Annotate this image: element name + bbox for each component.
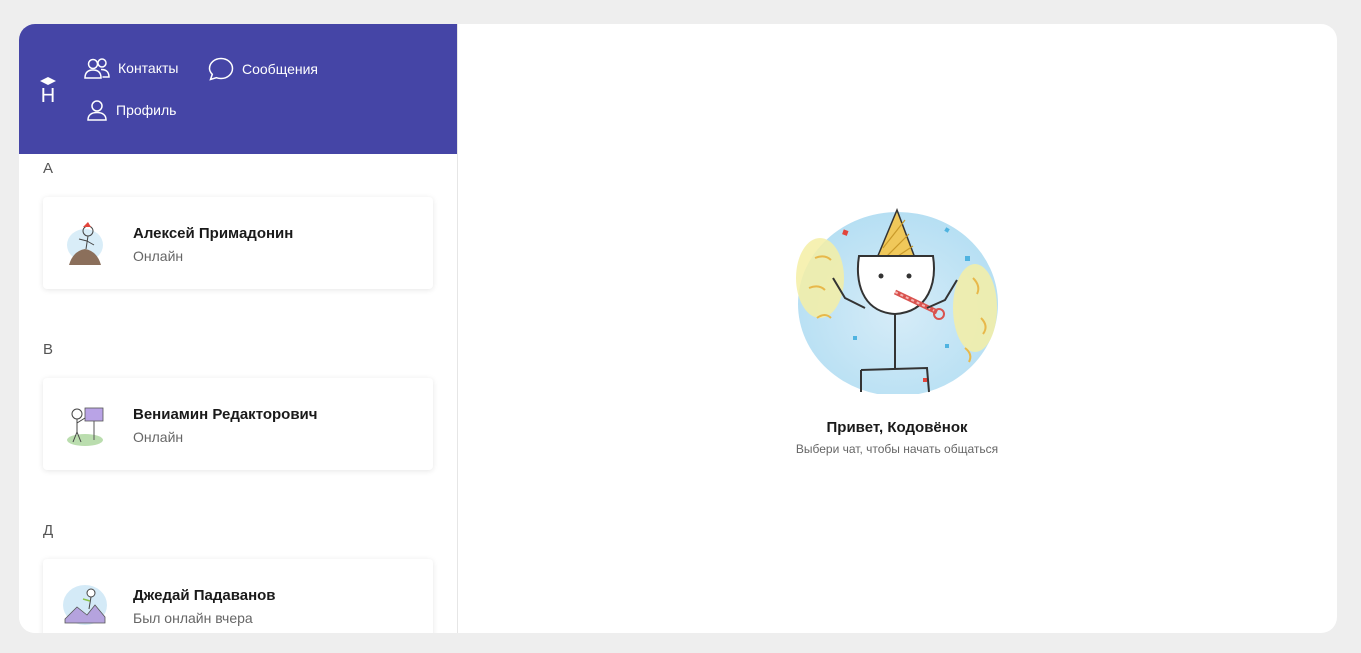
greeting-title: Привет, Кодовёнок	[826, 419, 968, 436]
avatar	[61, 581, 109, 629]
user-icon	[87, 100, 107, 121]
contact-status: Онлайн	[133, 248, 184, 264]
chat-placeholder: Привет, Кодовёнок Выбери чат, чтобы нача…	[457, 24, 1337, 633]
nav-contacts[interactable]: Контакты	[84, 57, 178, 79]
avatar	[61, 219, 109, 267]
contacts-icon	[84, 58, 110, 79]
nav-profile[interactable]: Профиль	[86, 99, 176, 121]
contact-card[interactable]: Джедай Падаванов Был онлайн вчера	[43, 559, 433, 633]
svg-text:Н: Н	[41, 85, 55, 104]
party-illustration	[795, 207, 1001, 396]
logo-icon[interactable]: Н	[38, 76, 58, 107]
group-letter: А	[43, 160, 54, 177]
greeting-subtitle: Выбери чат, чтобы начать общаться	[795, 442, 999, 456]
contact-name: Алексей Примадонин	[133, 225, 294, 242]
nav-messages-label: Сообщения	[242, 61, 318, 77]
contact-status: Был онлайн вчера	[133, 610, 253, 626]
nav-messages[interactable]: Сообщения	[208, 57, 318, 81]
sidebar: Н Контакты Сообщения Профиль А Алексей П…	[19, 24, 458, 633]
avatar	[61, 400, 109, 448]
nav-contacts-label: Контакты	[118, 60, 179, 76]
chat-bubble-icon	[208, 57, 234, 81]
contact-card[interactable]: Алексей Примадонин Онлайн	[43, 197, 433, 289]
nav-profile-label: Профиль	[116, 102, 177, 118]
app-window: Н Контакты Сообщения Профиль А Алексей П…	[19, 24, 1337, 633]
contact-name: Вениамин Редакторович	[133, 406, 318, 423]
group-letter: Д	[43, 522, 54, 539]
top-navigation: Н Контакты Сообщения Профиль	[19, 24, 457, 154]
contact-list[interactable]: А Алексей Примадонин Онлайн В Вениамин Р…	[19, 154, 457, 633]
group-letter: В	[43, 341, 54, 358]
contact-card[interactable]: Вениамин Редакторович Онлайн	[43, 378, 433, 470]
contact-name: Джедай Падаванов	[133, 587, 276, 604]
contact-status: Онлайн	[133, 429, 184, 445]
